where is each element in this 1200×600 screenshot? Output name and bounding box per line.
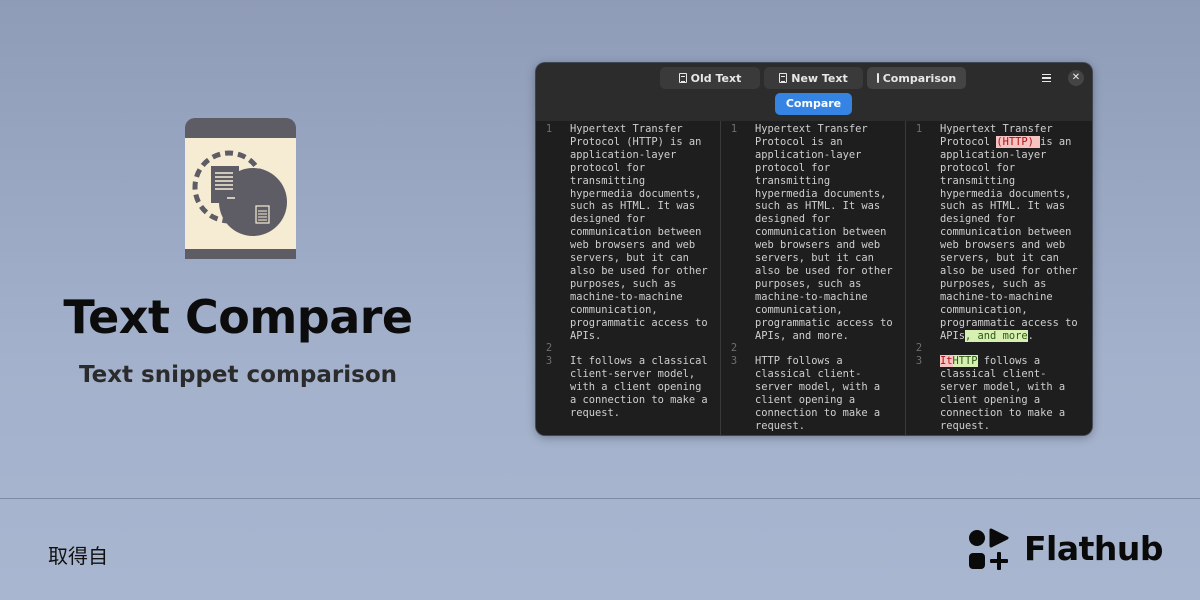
app-icon <box>185 118 296 259</box>
deleted-segment: It <box>940 355 953 368</box>
inserted-segment: HTTP <box>952 355 978 368</box>
line-number: 3 <box>545 355 553 367</box>
tab-old-text[interactable]: Old Text <box>660 67 760 89</box>
document-icon <box>678 73 687 83</box>
text-line: It follows a classical client-server mod… <box>570 355 708 419</box>
tab-comparison[interactable]: Comparison <box>867 67 966 89</box>
compare-button[interactable]: Compare <box>775 93 852 115</box>
unchanged-segment: is an application-layer protocol for tra… <box>940 135 1078 342</box>
new-text-content: Hypertext Transfer Protocol is an applic… <box>755 123 905 433</box>
inserted-segment: , and more <box>965 329 1028 342</box>
app-subtitle: Text snippet comparison <box>78 362 398 388</box>
text-line: Hypertext Transfer Protocol (HTTP) is an… <box>570 123 708 342</box>
unchanged-segment: . <box>1027 329 1034 342</box>
line-number: 3 <box>915 355 923 367</box>
tab-label: Comparison <box>882 71 957 85</box>
line-number: 2 <box>915 342 923 354</box>
line-number-gutter: 1 2 3 <box>536 121 562 435</box>
flathub-brand[interactable]: Flathub <box>968 528 1164 572</box>
document-icon <box>876 73 879 83</box>
comparison-content: Hypertext Transfer Protocol (HTTP) is an… <box>940 123 1090 433</box>
tab-label: New Text <box>791 71 848 85</box>
old-text-pane[interactable]: 1 2 3 Hypertext Transfer Protocol (HTTP)… <box>536 121 721 435</box>
deleted-segment: (HTTP) <box>996 135 1041 148</box>
line-number: 1 <box>545 123 553 135</box>
line-number-gutter: 1 2 3 <box>906 121 932 435</box>
line-number: 2 <box>730 342 738 354</box>
line-number: 3 <box>730 355 738 367</box>
header-bar: Old Text New Text Comparison ✕ Compare <box>536 63 1092 121</box>
divider <box>0 498 1200 499</box>
tab-label: Old Text <box>690 71 742 85</box>
flathub-logo-icon <box>969 528 1009 570</box>
old-text-content: Hypertext Transfer Protocol (HTTP) is an… <box>570 123 720 420</box>
tab-new-text[interactable]: New Text <box>764 67 863 89</box>
text-line: Hypertext Transfer Protocol is an applic… <box>755 123 893 342</box>
line-number: 1 <box>915 123 923 135</box>
text-line: HTTP follows a classical client- server … <box>755 355 881 432</box>
flathub-wordmark: Flathub <box>1024 529 1164 568</box>
hamburger-menu-icon[interactable] <box>1038 70 1054 86</box>
close-icon[interactable]: ✕ <box>1068 70 1084 86</box>
line-number: 2 <box>545 342 553 354</box>
line-number: 1 <box>730 123 738 135</box>
new-text-pane[interactable]: 1 2 3 Hypertext Transfer Protocol is an … <box>721 121 906 435</box>
document-icon <box>779 73 788 83</box>
app-window: Old Text New Text Comparison ✕ Compare 1… <box>536 63 1092 435</box>
app-title: Text Compare <box>63 290 413 344</box>
line-number-gutter: 1 2 3 <box>721 121 747 435</box>
text-panes: 1 2 3 Hypertext Transfer Protocol (HTTP)… <box>536 121 1092 435</box>
view-switcher: Old Text New Text Comparison <box>660 67 966 89</box>
comparison-pane[interactable]: 1 2 3 Hypertext Transfer Protocol (HTTP)… <box>906 121 1092 435</box>
available-on-label: 取得自 <box>48 544 108 568</box>
